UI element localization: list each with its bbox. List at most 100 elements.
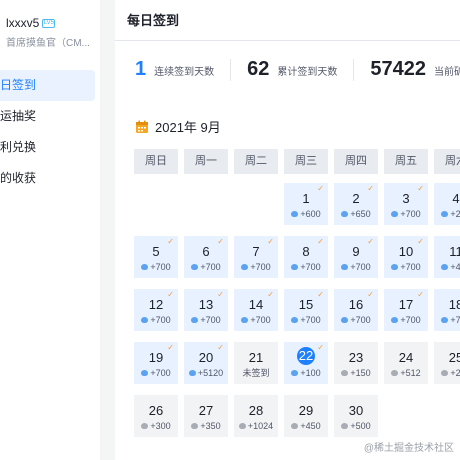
reward-text: +700 [150, 262, 171, 272]
ore-icon [291, 211, 299, 217]
weekday-header: 周一 [184, 149, 228, 174]
ore-icon [141, 423, 149, 429]
ore-icon [341, 370, 349, 376]
calendar-day[interactable]: 14 +700 ✓ [234, 289, 278, 331]
ore-icon [391, 317, 399, 323]
calendar-day[interactable]: 11+400✓ [434, 236, 460, 278]
day-reward: +700 [284, 315, 328, 326]
calendar-day[interactable]: 16 +700 ✓ [334, 289, 378, 331]
day-reward: +450 [284, 421, 328, 432]
reward-text: 未签到 [242, 368, 270, 378]
username[interactable]: lxxxv5 [6, 16, 39, 30]
reward-text: +1024 [247, 421, 274, 431]
calendar-day[interactable]: 30 +500 [334, 395, 378, 437]
signed-check-icon: ✓ [217, 343, 224, 352]
calendar-day[interactable]: 17 +700 ✓ [384, 289, 428, 331]
day-number: 17 [398, 297, 414, 312]
calendar-day[interactable]: 1 +600 ✓ [284, 183, 328, 225]
divider [230, 58, 232, 81]
calendar-day[interactable]: 29 +450 [284, 395, 328, 437]
calendar-day[interactable]: 26 +300 [134, 395, 178, 437]
main-panel: 每日签到 1 连续签到天数 62 累计签到天数 57422 当前矿石数 [115, 0, 460, 460]
day-number: 27 [198, 403, 214, 418]
reward-text: +500 [350, 421, 371, 431]
calendar-day[interactable]: 25 +200 [434, 342, 460, 384]
day-number: 10 [398, 244, 414, 259]
calendar-day[interactable]: 10 +700 ✓ [384, 236, 428, 278]
calendar-day[interactable]: 9 +700 ✓ [334, 236, 378, 278]
day-reward: +700 [384, 209, 428, 220]
ore-icon [291, 264, 299, 270]
missed-label: 未签到 [234, 368, 278, 379]
day-number: 26 [148, 403, 164, 418]
day-reward: +350 [184, 421, 228, 432]
calendar-day[interactable]: 4+200✓ [434, 183, 460, 225]
calendar-day[interactable]: 28 +1024 [234, 395, 278, 437]
calendar-day[interactable]: 7 +700 ✓ [234, 236, 278, 278]
signed-check-icon: ✓ [417, 184, 424, 193]
day-number: 3 [402, 191, 410, 206]
day-reward: +5120 [184, 368, 228, 379]
reward-text: +700 [400, 315, 421, 325]
calendar-day[interactable]: 22 +100 ✓ [284, 342, 328, 384]
sidebar-item-exchange[interactable]: 利兑换 [0, 132, 95, 163]
stat-ore: 57422 当前矿石数 [370, 58, 460, 81]
reward-text: +700 [400, 209, 421, 219]
calendar-day[interactable]: 27 +350 [184, 395, 228, 437]
sidebar-item-harvest[interactable]: 的收获 [0, 163, 95, 194]
reward-text: +100 [300, 368, 321, 378]
calendar-day[interactable]: 13 +700 ✓ [184, 289, 228, 331]
weekday-header: 周二 [234, 149, 278, 174]
reward-text: +700 [400, 262, 421, 272]
day-number: 20 [198, 350, 214, 365]
weekday-header: 周五 [384, 149, 428, 174]
calendar-day[interactable]: 5 +700 ✓ [134, 236, 178, 278]
calendar-day[interactable]: 12 +700 ✓ [134, 289, 178, 331]
day-reward: +700 [184, 262, 228, 273]
day-number: 19 [148, 350, 164, 365]
day-reward: +200 [434, 368, 460, 379]
signed-check-icon: ✓ [217, 290, 224, 299]
level-badge: LV5 [42, 18, 56, 28]
sidebar-item-lottery[interactable]: 运抽奖 [0, 101, 95, 132]
calendar-day[interactable]: 6 +700 ✓ [184, 236, 228, 278]
day-number: 23 [348, 350, 364, 365]
ore-icon [441, 264, 449, 270]
sidebar: lxxxv5 LV5 首席摸鱼官（CM... 日签到 运抽奖 利兑换 的收获 [0, 0, 100, 460]
user-info: lxxxv5 LV5 首席摸鱼官（CM... [6, 16, 90, 49]
ore-icon [441, 211, 449, 217]
ore-icon [141, 264, 149, 270]
calendar-day[interactable]: 8 +700 ✓ [284, 236, 328, 278]
day-reward: +700 [334, 315, 378, 326]
weekday-header: 周六 [434, 149, 460, 174]
day-number: 18 [448, 297, 460, 312]
reward-text: +700 [150, 368, 171, 378]
day-reward: +700 [434, 315, 460, 326]
ore-icon [341, 423, 349, 429]
month-header: 2021年 9月 [135, 117, 221, 136]
calendar-day[interactable]: 19 +700 ✓ [134, 342, 178, 384]
calendar-day[interactable]: 3 +700 ✓ [384, 183, 428, 225]
reward-text: +700 [350, 315, 371, 325]
calendar-day[interactable]: 24 +512 [384, 342, 428, 384]
signed-check-icon: ✓ [167, 290, 174, 299]
calendar-day[interactable]: 23 +150 [334, 342, 378, 384]
day-number: 24 [398, 350, 414, 365]
signed-check-icon: ✓ [317, 290, 324, 299]
ore-icon [238, 423, 246, 429]
calendar-day[interactable]: 15 +700 ✓ [284, 289, 328, 331]
reward-text: +5120 [197, 368, 224, 378]
calendar-day[interactable]: 21 未签到 [234, 342, 278, 384]
reward-text: +700 [200, 262, 221, 272]
sidebar-item-checkin[interactable]: 日签到 [0, 70, 95, 101]
calendar-day[interactable]: 2 +650 ✓ [334, 183, 378, 225]
day-reward: +200 [434, 209, 460, 220]
day-reward: +650 [334, 209, 378, 220]
reward-text: +400 [450, 262, 460, 272]
day-reward: +500 [334, 421, 378, 432]
reward-text: +300 [150, 421, 171, 431]
calendar-day[interactable]: 20 +5120 ✓ [184, 342, 228, 384]
stat-total-value: 62 [247, 58, 270, 80]
calendar-day[interactable]: 18+700✓ [434, 289, 460, 331]
stat-consecutive-label: 连续签到天数 [154, 67, 215, 78]
